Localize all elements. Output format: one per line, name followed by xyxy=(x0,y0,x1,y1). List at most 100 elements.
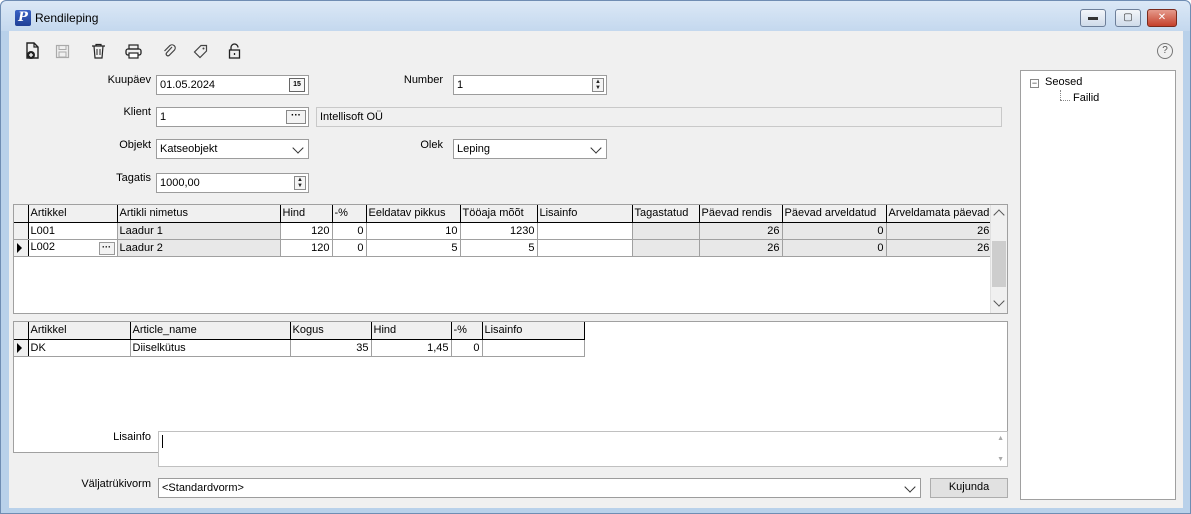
minimize-button[interactable]: ▬ xyxy=(1080,9,1106,27)
delete-icon[interactable] xyxy=(88,41,108,61)
article-lookup-button[interactable]: ··· xyxy=(98,241,115,255)
table-cell[interactable]: 0 xyxy=(451,339,483,357)
table-cell-value: L002 xyxy=(30,240,55,253)
klient-field[interactable]: 1 ··· xyxy=(156,107,309,127)
tree-node-failid[interactable]: Failid xyxy=(1073,92,1099,104)
column-header[interactable]: Arveldamata päevad xyxy=(886,205,993,223)
table-cell: Laadur 2 xyxy=(117,239,281,257)
number-spinner[interactable]: ▲ ▼ xyxy=(592,78,604,92)
valjatrukivorm-label: Väljatrükivorm xyxy=(81,478,151,490)
row-selector[interactable] xyxy=(14,339,29,357)
objekt-label: Objekt xyxy=(119,139,151,151)
column-header[interactable]: Tööaja mõõt xyxy=(460,205,538,223)
table-row[interactable]: L002 ··· Laadur 2 120 0 5 5 26 0 26 xyxy=(14,239,993,257)
table-cell[interactable]: 120 xyxy=(280,222,333,240)
column-header[interactable]: -% xyxy=(332,205,367,223)
column-header[interactable]: Artikli nimetus xyxy=(117,205,281,223)
table-cell[interactable]: 1230 xyxy=(460,222,538,240)
table-cell: 26 xyxy=(886,239,993,257)
olek-label: Olek xyxy=(420,139,443,151)
klient-label: Klient xyxy=(123,106,151,118)
table-cell[interactable]: DK xyxy=(28,339,131,357)
row-selector-header xyxy=(14,205,29,223)
column-header[interactable]: Kogus xyxy=(290,322,372,340)
scroll-up-icon[interactable]: ▲ xyxy=(997,435,1004,442)
calendar-icon[interactable]: 15 xyxy=(289,78,305,92)
table-cell[interactable]: 5 xyxy=(460,239,538,257)
table-cell[interactable]: L001 xyxy=(28,222,118,240)
row-selector-header xyxy=(14,322,29,340)
close-button[interactable]: ✕ xyxy=(1147,9,1177,27)
title-bar[interactable]: P Rendileping ▬ ▢ ✕ xyxy=(1,1,1190,31)
table-row[interactable]: L001 Laadur 1 120 0 10 1230 26 0 26 xyxy=(14,222,993,240)
valjatrukivorm-value: <Standardvorm> xyxy=(162,482,244,494)
column-header[interactable]: -% xyxy=(451,322,483,340)
unlock-icon[interactable] xyxy=(224,41,244,61)
table-cell[interactable] xyxy=(537,222,633,240)
number-field[interactable]: 1 ▲ ▼ xyxy=(453,75,607,95)
table-cell[interactable]: 35 xyxy=(290,339,372,357)
relations-tree[interactable]: − Seosed Failid xyxy=(1020,70,1176,500)
column-header[interactable]: Lisainfo xyxy=(482,322,585,340)
table-cell[interactable]: 5 xyxy=(366,239,461,257)
column-header[interactable]: Päevad rendis xyxy=(699,205,783,223)
table-cell[interactable]: 0 xyxy=(332,239,367,257)
print-icon[interactable] xyxy=(123,41,143,61)
column-header[interactable]: Hind xyxy=(280,205,333,223)
help-icon[interactable]: ? xyxy=(1157,43,1173,59)
tagatis-spinner[interactable]: ▲ ▼ xyxy=(294,176,306,190)
olek-value: Leping xyxy=(457,143,491,155)
table-cell[interactable]: 1,45 xyxy=(371,339,452,357)
tagatis-field[interactable]: 1000,00 ▲ ▼ xyxy=(156,173,309,193)
attach-icon[interactable] xyxy=(159,41,179,61)
table-cell[interactable]: Diiselkütus xyxy=(130,339,291,357)
chevron-down-icon xyxy=(292,142,304,154)
column-header[interactable]: Artikkel xyxy=(28,322,131,340)
valjatrukivorm-select[interactable]: <Standardvorm> xyxy=(158,478,921,498)
rental-items-grid[interactable]: Artikkel Artikli nimetus Hind -% Eeldata… xyxy=(13,204,1008,314)
objekt-select[interactable]: Katseobjekt xyxy=(156,139,309,159)
column-header[interactable]: Päevad arveldatud xyxy=(782,205,887,223)
table-cell: Laadur 1 xyxy=(117,222,281,240)
scroll-up-icon[interactable] xyxy=(993,209,1005,221)
row-selector[interactable] xyxy=(14,222,29,240)
klient-name-field: Intellisoft OÜ xyxy=(316,107,1002,127)
kuupaev-label: Kuupäev xyxy=(107,74,151,86)
tag-icon[interactable] xyxy=(190,41,210,61)
scroll-down-icon[interactable]: ▼ xyxy=(997,456,1004,463)
table-cell[interactable]: 0 xyxy=(332,222,367,240)
table-cell[interactable] xyxy=(482,339,585,357)
table-cell[interactable]: 10 xyxy=(366,222,461,240)
lisainfo-textarea[interactable]: ▲ ▼ xyxy=(158,431,1008,467)
column-header[interactable]: Hind xyxy=(371,322,452,340)
save-icon[interactable] xyxy=(52,41,72,61)
olek-select[interactable]: Leping xyxy=(453,139,607,159)
vertical-scrollbar[interactable] xyxy=(990,205,1007,313)
column-header[interactable]: Tagastatud xyxy=(632,205,700,223)
row-selector[interactable] xyxy=(14,239,29,257)
scroll-thumb[interactable] xyxy=(992,241,1006,287)
kuupaev-field[interactable]: 01.05.2024 15 xyxy=(156,75,309,95)
chevron-down-icon xyxy=(590,142,602,154)
table-row[interactable]: DK Diiselkütus 35 1,45 0 xyxy=(14,339,585,357)
column-header[interactable]: Artikkel xyxy=(28,205,118,223)
collapse-icon[interactable]: − xyxy=(1030,79,1039,88)
table-cell[interactable]: 120 xyxy=(280,239,333,257)
table-cell[interactable] xyxy=(537,239,633,257)
column-header[interactable]: Lisainfo xyxy=(537,205,633,223)
new-document-icon[interactable] xyxy=(23,41,43,61)
column-header[interactable]: Eeldatav pikkus xyxy=(366,205,461,223)
klient-lookup-button[interactable]: ··· xyxy=(286,110,306,124)
table-cell[interactable]: L002 ··· xyxy=(28,239,118,257)
table-cell: 26 xyxy=(699,222,783,240)
current-row-icon xyxy=(17,242,22,253)
maximize-button[interactable]: ▢ xyxy=(1115,9,1141,27)
table-cell: 0 xyxy=(782,222,887,240)
tree-node-seosed[interactable]: Seosed xyxy=(1045,76,1082,88)
column-header[interactable]: Article_name xyxy=(130,322,291,340)
text-cursor xyxy=(162,435,163,448)
app-logo-icon: P xyxy=(15,10,31,26)
kujunda-button[interactable]: Kujunda xyxy=(930,478,1008,498)
scroll-down-icon[interactable] xyxy=(993,295,1005,307)
table-cell: 26 xyxy=(699,239,783,257)
